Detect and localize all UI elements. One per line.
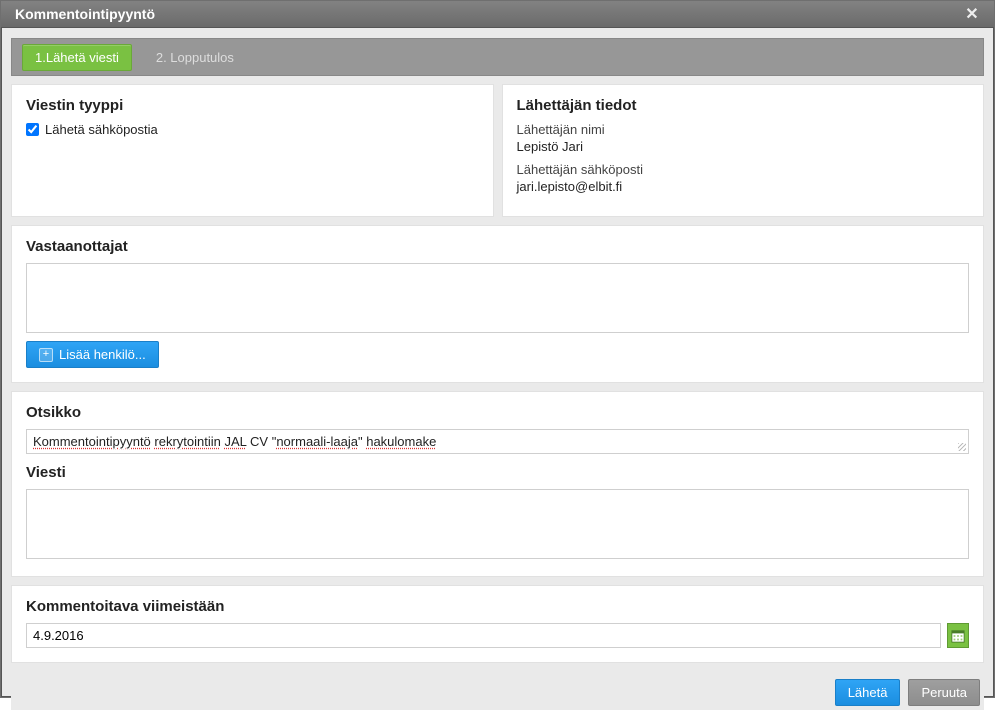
add-person-label: Lisää henkilö... (59, 347, 146, 362)
send-button[interactable]: Lähetä (835, 679, 901, 706)
heading-deadline: Kommentoitava viimeistään (26, 598, 969, 615)
panel-deadline: Kommentoitava viimeistään (11, 585, 984, 663)
cancel-button[interactable]: Peruuta (908, 679, 980, 706)
resize-grip-icon (958, 443, 966, 451)
sender-email-value: jari.lepisto@elbit.fi (517, 179, 970, 194)
send-email-row[interactable]: Lähetä sähköpostia (26, 122, 479, 137)
heading-message: Viesti (26, 464, 969, 481)
heading-sender-info: Lähettäjän tiedot (517, 97, 970, 114)
wizard-tabs: 1.Lähetä viesti 2. Lopputulos (11, 38, 984, 76)
dialog-title: Kommentointipyyntö (15, 6, 155, 22)
sender-email-label: Lähettäjän sähköposti (517, 162, 970, 177)
send-email-checkbox[interactable] (26, 123, 39, 136)
subject-input[interactable]: Kommentointipyyntö rekrytointiin JAL CV … (26, 429, 969, 454)
sender-name-value: Lepistö Jari (517, 139, 970, 154)
add-person-button[interactable]: + Lisää henkilö... (26, 341, 159, 368)
heading-subject: Otsikko (26, 404, 969, 421)
panel-subject-message: Otsikko Kommentointipyyntö rekrytointiin… (11, 391, 984, 577)
panel-recipients: Vastaanottajat + Lisää henkilö... (11, 225, 984, 383)
sender-name-label: Lähettäjän nimi (517, 122, 970, 137)
message-textarea[interactable] (26, 489, 969, 559)
deadline-input[interactable] (26, 623, 941, 648)
panel-sender-info: Lähettäjän tiedot Lähettäjän nimi Lepist… (502, 84, 985, 217)
dialog-footer: Lähetä Peruuta (11, 671, 984, 710)
heading-recipients: Vastaanottajat (26, 238, 969, 255)
calendar-icon[interactable] (947, 623, 969, 648)
plus-icon: + (39, 348, 53, 362)
dialog-titlebar: Kommentointipyyntö ✕ (1, 1, 994, 28)
tab-result[interactable]: 2. Lopputulos (144, 45, 246, 70)
send-email-label: Lähetä sähköpostia (45, 122, 158, 137)
tab-send-message[interactable]: 1.Lähetä viesti (22, 44, 132, 71)
panel-message-type: Viestin tyyppi Lähetä sähköpostia (11, 84, 494, 217)
heading-message-type: Viestin tyyppi (26, 97, 479, 114)
close-icon[interactable]: ✕ (958, 1, 986, 27)
recipients-box[interactable] (26, 263, 969, 333)
